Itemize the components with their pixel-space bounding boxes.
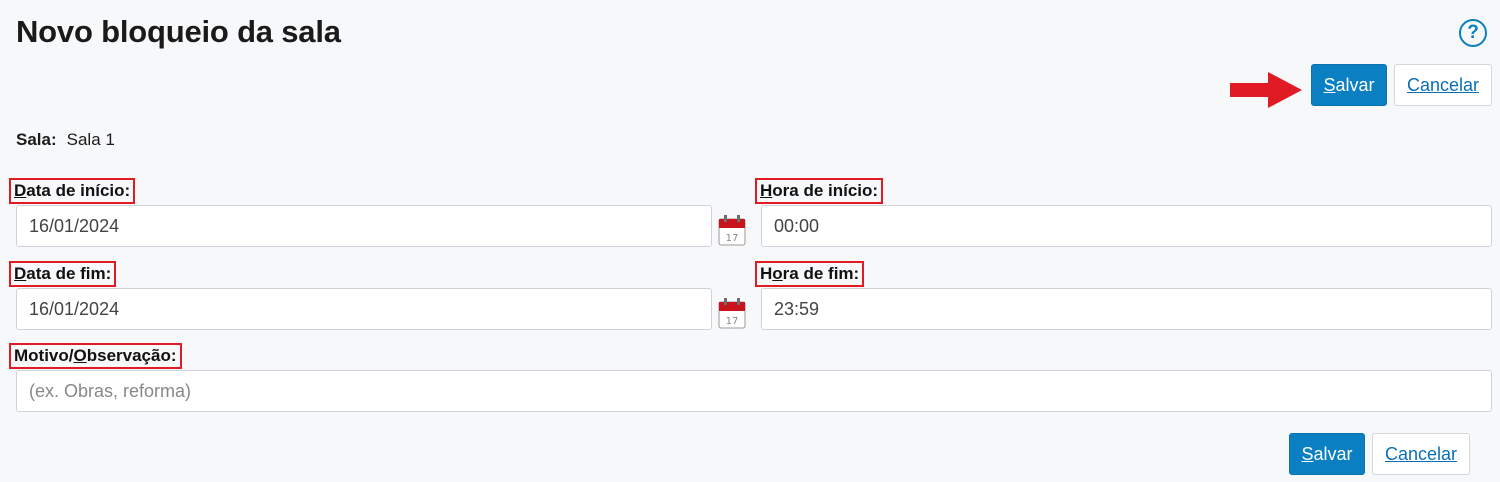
calendar-icon[interactable]: 17 <box>718 297 746 329</box>
hora-fim-label: Hora de fim: <box>755 261 865 287</box>
data-inicio-label: Data de início: <box>9 178 136 204</box>
cancel-button-bottom[interactable]: Cancelar <box>1372 433 1470 475</box>
red-arrow-annotation <box>1230 72 1302 108</box>
calendar-icon[interactable]: 17 <box>718 214 746 246</box>
svg-text:17: 17 <box>726 316 739 327</box>
motivo-label: Motivo/Observação: <box>9 343 182 369</box>
hora-inicio-label: Hora de início: <box>755 178 884 204</box>
save-button-top[interactable]: Salvar <box>1311 64 1387 106</box>
page-title: Novo bloqueio da sala <box>16 14 341 49</box>
hora-fim-input[interactable]: 23:59 <box>761 288 1492 330</box>
sala-info: Sala: Sala 1 <box>16 130 115 150</box>
hora-inicio-input[interactable]: 00:00 <box>761 205 1492 247</box>
save-button-bottom[interactable]: Salvar <box>1289 433 1365 475</box>
cancel-button-top[interactable]: Cancelar <box>1394 64 1492 106</box>
data-fim-input[interactable]: 16/01/2024 <box>16 288 712 330</box>
svg-text:17: 17 <box>726 233 739 244</box>
help-icon[interactable]: ? <box>1459 19 1487 47</box>
data-inicio-input[interactable]: 16/01/2024 <box>16 205 712 247</box>
sala-label: Sala: <box>16 130 57 149</box>
motivo-input[interactable]: (ex. Obras, reforma) <box>16 370 1492 412</box>
data-fim-label: Data de fim: <box>9 261 117 287</box>
sala-value: Sala 1 <box>66 130 115 149</box>
